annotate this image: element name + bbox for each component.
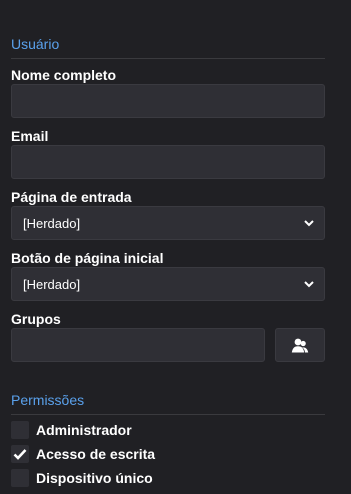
email-input[interactable] [11, 145, 325, 179]
landing-page-select[interactable]: [Herdado] [11, 206, 325, 240]
landing-page-select-value: [Herdado] [23, 215, 81, 231]
permission-administrator[interactable]: Administrador [11, 421, 132, 439]
full-name-input[interactable] [11, 84, 325, 118]
section-divider [11, 414, 325, 415]
user-group-icon [291, 338, 309, 353]
groups-input[interactable] [11, 328, 265, 362]
chevron-down-icon [304, 220, 314, 227]
groups-label: Grupos [11, 311, 61, 327]
user-section-title: Usuário [11, 36, 60, 52]
permissions-section-title: Permissões [11, 392, 85, 408]
write-access-checkbox[interactable] [11, 445, 29, 463]
administrator-label: Administrador [36, 422, 132, 438]
email-label: Email [11, 128, 49, 144]
single-device-label: Dispositivo único [36, 470, 153, 486]
home-button-select-value: [Herdado] [23, 276, 81, 292]
permission-write-access[interactable]: Acesso de escrita [11, 445, 155, 463]
section-divider [11, 58, 325, 59]
full-name-label: Nome completo [11, 67, 117, 83]
home-button-label: Botão de página inicial [11, 250, 164, 266]
chevron-down-icon [304, 281, 314, 288]
checkmark-icon [13, 449, 27, 460]
permission-single-device[interactable]: Dispositivo único [11, 469, 153, 487]
landing-page-label: Página de entrada [11, 189, 132, 205]
write-access-label: Acesso de escrita [36, 446, 156, 462]
user-settings-panel: Usuário Nome completo Email Página de en… [0, 0, 351, 494]
administrator-checkbox[interactable] [11, 421, 29, 439]
single-device-checkbox[interactable] [11, 469, 29, 487]
home-button-select[interactable]: [Herdado] [11, 267, 325, 301]
groups-select-button[interactable] [275, 328, 325, 362]
